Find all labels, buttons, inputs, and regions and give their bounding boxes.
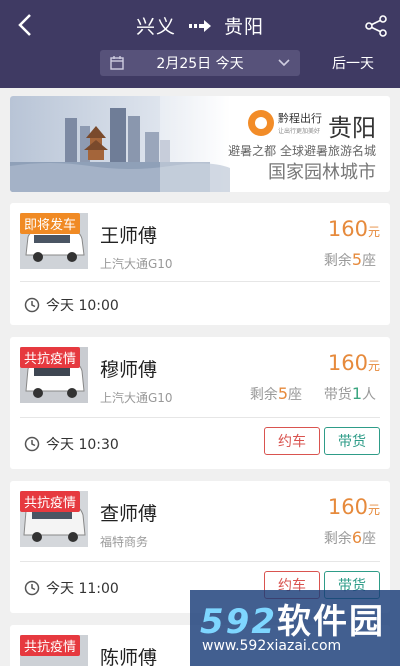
header-bar: 兴义 贵阳 2月25日 今天 后一天 [0,0,400,88]
book-ride-button[interactable]: 约车 [264,427,320,455]
vehicle-image: 共抗疫情 [20,635,88,666]
seats-remaining: 剩余6座 [323,528,376,547]
date-selector[interactable]: 2月25日 今天 [100,50,300,76]
brand-slogan: 让出行更加美好 [278,128,321,135]
clock-icon [24,580,40,596]
origin-city: 兴义 [135,16,176,38]
vehicle-image: 即将发车 [20,213,88,269]
watermark-url: www.592xiazai.com [202,638,342,654]
departure-time: 今天 10:30 [24,434,119,454]
divider [20,561,380,562]
chevron-down-icon [278,59,290,67]
driver-name: 王师傅 [100,225,158,247]
site-watermark: 592软件园 www.592xiazai.com [190,590,400,666]
vehicle-image: 共抗疫情 [20,347,88,403]
brand-logo-icon [248,110,274,136]
divider [20,281,380,282]
seats-remaining: 剩余5座 [323,250,376,269]
trip-card[interactable]: 共抗疫情 穆师傅 上汽大通G10 160元 剩余5座 带货1人 今天 10:30… [10,337,390,469]
city-skyline-image [10,96,230,192]
vehicle-image: 共抗疫情 [20,491,88,547]
route-arrow-icon [189,19,211,32]
departure-time: 今天 11:00 [24,578,119,598]
vehicle-model: 上汽大通G10 [100,391,173,405]
city-banner[interactable]: 黔程出行 让出行更加美好 贵阳 避暑之都 全球避暑旅游名城 国家园林城市 [10,96,390,192]
banner-tagline-2: 国家园林城市 [268,162,376,183]
status-badge: 共抗疫情 [20,491,81,512]
share-icon[interactable] [364,14,388,38]
status-badge: 即将发车 [20,213,81,234]
divider [20,417,380,418]
vehicle-model: 福特商务 [100,535,149,549]
driver-name: 陈师傅 [100,647,158,666]
clock-icon [24,436,40,452]
trip-card[interactable]: 即将发车 王师傅 上汽大通G10 160元 剩余5座 今天 10:00 [10,203,390,325]
watermark-brand: 592软件园 [200,602,385,642]
cargo-count: 带货1人 [323,384,376,403]
banner-city: 贵阳 [328,114,376,142]
send-cargo-button[interactable]: 带货 [324,427,380,455]
next-day-button[interactable]: 后一天 [332,53,374,73]
clock-icon [24,297,40,313]
brand-name: 黔程出行 [278,112,322,125]
departure-time: 今天 10:00 [24,295,119,315]
status-badge: 共抗疫情 [20,635,81,656]
trip-price: 160元 [327,495,380,519]
banner-tagline-1: 避暑之都 全球避暑旅游名城 [228,144,376,158]
seats-remaining: 剩余5座 [249,384,302,403]
driver-name: 查师傅 [100,503,158,525]
driver-name: 穆师傅 [100,359,158,381]
route-title: 兴义 贵阳 [0,12,400,39]
destination-city: 贵阳 [224,16,265,38]
calendar-icon [110,56,124,70]
status-badge: 共抗疫情 [20,347,81,368]
date-label: 2月25日 今天 [156,56,244,72]
vehicle-model: 上汽大通G10 [100,257,173,271]
trip-price: 160元 [327,217,380,241]
trip-price: 160元 [327,351,380,375]
